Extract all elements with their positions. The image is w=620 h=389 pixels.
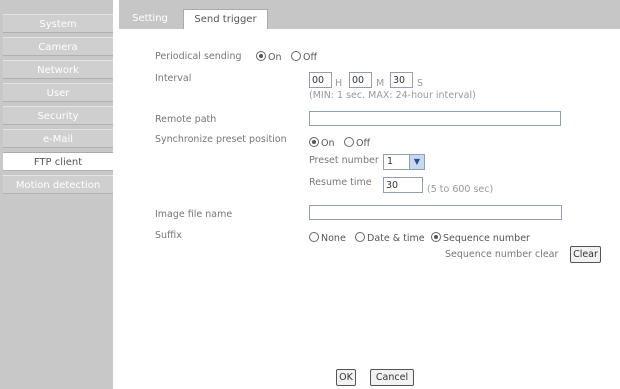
tab-send-trigger[interactable]: Send trigger (183, 9, 268, 29)
periodical-sending-off-label: Off (303, 52, 318, 63)
tab-setting[interactable]: Setting (121, 9, 179, 29)
sidebar-item-system[interactable]: System (3, 14, 113, 33)
suffix-date-time-label: Date & time (367, 233, 425, 244)
remote-path-label: Remote path (155, 114, 217, 125)
sync-preset-off-label: Off (356, 138, 371, 149)
suffix-none[interactable]: None (309, 232, 346, 244)
sync-preset-on[interactable]: On (309, 137, 335, 149)
seconds-unit: S (417, 78, 424, 89)
sync-preset-label: Synchronize preset position (155, 134, 287, 145)
radio-icon[interactable] (309, 232, 319, 242)
radio-icon[interactable] (291, 51, 301, 61)
interval-hours-input[interactable] (309, 72, 332, 88)
sidebar-item-network[interactable]: Network (3, 60, 113, 79)
resume-time-hint: (5 to 600 sec) (427, 184, 494, 195)
sync-preset-on-label: On (321, 138, 335, 149)
minutes-unit: M (376, 78, 385, 89)
image-file-name-label: Image file name (155, 209, 233, 220)
preset-number-select[interactable]: 1 ▼ (383, 154, 425, 170)
sidebar: System Camera Network User Security e-Ma… (0, 0, 113, 389)
clear-button[interactable]: Clear (570, 246, 601, 263)
suffix-date-time[interactable]: Date & time (355, 232, 425, 244)
sequence-clear-label: Sequence number clear (445, 249, 559, 260)
sidebar-item-motion-detection[interactable]: Motion detection (3, 175, 113, 194)
sidebar-item-email[interactable]: e-Mail (3, 129, 113, 148)
ok-button[interactable]: OK (336, 369, 356, 386)
suffix-sequence-number-label: Sequence number (443, 233, 530, 244)
main-area: Setting Send trigger Periodical sending … (119, 0, 620, 389)
resume-time-input[interactable] (383, 177, 423, 193)
suffix-label: Suffix (155, 230, 182, 241)
radio-icon[interactable] (355, 232, 365, 242)
chevron-down-icon[interactable]: ▼ (409, 155, 424, 169)
radio-icon[interactable] (344, 137, 354, 147)
suffix-sequence-number[interactable]: Sequence number (431, 232, 530, 244)
radio-icon[interactable] (309, 137, 319, 147)
suffix-none-label: None (321, 233, 346, 244)
interval-minutes-input[interactable] (349, 72, 372, 88)
periodical-sending-on-label: On (268, 52, 282, 63)
remote-path-input[interactable] (309, 111, 561, 126)
preset-number-value: 1 (387, 156, 394, 167)
sidebar-item-security[interactable]: Security (3, 106, 113, 125)
hours-unit: H (335, 78, 343, 89)
periodical-sending-on[interactable]: On (256, 51, 282, 63)
preset-number-label: Preset number (309, 155, 379, 166)
send-trigger-panel: Periodical sending On Off Interval H M S… (119, 29, 620, 389)
periodical-sending-label: Periodical sending (155, 51, 242, 62)
sidebar-item-ftp-client[interactable]: FTP client (3, 152, 113, 171)
sidebar-item-camera[interactable]: Camera (3, 37, 113, 56)
interval-label: Interval (155, 73, 192, 84)
periodical-sending-off[interactable]: Off (291, 51, 317, 63)
resume-time-label: Resume time (309, 177, 372, 188)
image-file-name-input[interactable] (309, 205, 562, 220)
radio-icon[interactable] (256, 51, 266, 61)
sidebar-item-user[interactable]: User (3, 83, 113, 102)
interval-hint: (MIN: 1 sec. MAX: 24-hour interval) (309, 90, 476, 101)
interval-seconds-input[interactable] (390, 72, 413, 88)
cancel-button[interactable]: Cancel (370, 369, 414, 386)
sync-preset-off[interactable]: Off (344, 137, 370, 149)
radio-icon[interactable] (431, 232, 441, 242)
